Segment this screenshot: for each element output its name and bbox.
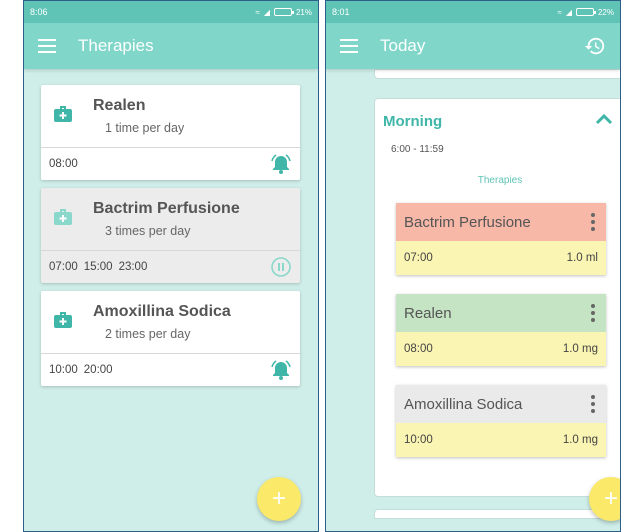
status-bar: 8:06 ≈ ◢ 21%	[24, 1, 318, 23]
next-section-edge	[374, 509, 620, 519]
more-options-icon[interactable]	[588, 213, 598, 231]
alarm-bell-icon[interactable]	[270, 153, 292, 175]
system-icons: ≈ ◢ 21%	[255, 8, 312, 17]
dose-name: Bactrim Perfusione	[404, 213, 531, 231]
therapy-frequency: 2 times per day	[105, 327, 191, 341]
dose-name: Realen	[404, 304, 452, 322]
section-time-range: 6:00 - 11:59	[391, 144, 444, 155]
section-subtitle: Therapies	[477, 175, 523, 186]
medical-kit-icon	[54, 312, 72, 328]
section-title: Morning	[383, 113, 443, 130]
therapy-time: 23:00	[118, 261, 148, 273]
menu-icon[interactable]	[340, 39, 358, 53]
dose-amount: 1.0 mg	[562, 434, 598, 446]
status-time: 8:01	[332, 7, 350, 17]
therapy-name: Realen	[93, 97, 146, 114]
medical-kit-icon	[54, 106, 72, 122]
system-icons: ≈ ◢ 22%	[557, 8, 614, 17]
battery-icon	[273, 8, 294, 16]
therapy-times: 08:00	[49, 158, 78, 170]
app-toolbar: Therapies	[24, 23, 318, 69]
page-title: Therapies	[78, 36, 154, 55]
dose-card[interactable]: Amoxillina Sodica 10:00 1.0 mg	[396, 385, 606, 457]
therapy-card[interactable]: Amoxillina Sodica 2 times per day 10:00 20:…	[41, 291, 300, 386]
therapy-frequency: 3 times per day	[105, 224, 191, 238]
wifi-icon: ≈	[557, 7, 562, 17]
therapy-time: 20:00	[83, 364, 113, 376]
battery-icon	[575, 8, 596, 16]
battery-level: 21%	[295, 7, 312, 17]
dose-time: 10:00	[404, 434, 433, 446]
medical-kit-icon	[54, 209, 72, 225]
therapy-time: 08:00	[49, 158, 78, 170]
dose-time: 07:00	[404, 252, 433, 264]
therapy-time: 07:00	[49, 261, 78, 273]
dose-card[interactable]: Realen 08:00 1.0 mg	[396, 294, 606, 366]
add-therapy-button[interactable]: +	[257, 477, 301, 521]
menu-icon[interactable]	[38, 39, 56, 53]
therapy-times: 07:00 15:00 23:00	[49, 261, 147, 273]
therapy-times: 10:00 20:00	[49, 364, 113, 376]
today-screen: 8:01 ≈ ◢ 22% Today Morning 6:00 - 11:59 …	[325, 0, 621, 532]
therapy-frequency: 1 time per day	[105, 121, 185, 135]
therapy-time: 15:00	[83, 261, 113, 273]
morning-section: Morning 6:00 - 11:59 Therapies Bactrim P…	[374, 98, 620, 497]
wifi-icon: ≈	[255, 7, 260, 17]
dose-card[interactable]: Bactrim Perfusione 07:00 1.0 ml	[396, 203, 606, 275]
therapy-name: Bactrim Perfusione	[93, 200, 240, 217]
page-title: Today	[380, 36, 426, 55]
more-options-icon[interactable]	[588, 395, 598, 413]
dose-time: 08:00	[404, 343, 433, 355]
battery-level: 22%	[597, 7, 614, 17]
therapy-card[interactable]: Bactrim Perfusione 3 times per day 07:00 15…	[41, 188, 300, 283]
status-time: 8:06	[30, 7, 48, 17]
previous-section-edge	[374, 69, 620, 79]
dose-name: Amoxillina Sodica	[404, 395, 523, 413]
therapies-screen: 8:06 ≈ ◢ 21% Therapies Realen 1 time per …	[23, 0, 319, 532]
app-toolbar: Today	[326, 23, 620, 69]
alarm-bell-icon[interactable]	[270, 359, 292, 381]
therapy-time: 10:00	[49, 364, 78, 376]
dose-amount: 1.0 ml	[566, 252, 598, 264]
chevron-up-icon[interactable]	[595, 113, 613, 125]
status-bar: 8:01 ≈ ◢ 22%	[326, 1, 620, 23]
pause-icon[interactable]	[270, 256, 292, 278]
history-icon[interactable]	[584, 35, 606, 57]
more-options-icon[interactable]	[588, 304, 598, 322]
signal-icon: ◢	[565, 7, 572, 17]
signal-icon: ◢	[263, 7, 270, 17]
therapy-name: Amoxillina Sodica	[93, 303, 231, 320]
therapy-card[interactable]: Realen 1 time per day 08:00	[41, 85, 300, 180]
dose-amount: 1.0 mg	[562, 343, 598, 355]
